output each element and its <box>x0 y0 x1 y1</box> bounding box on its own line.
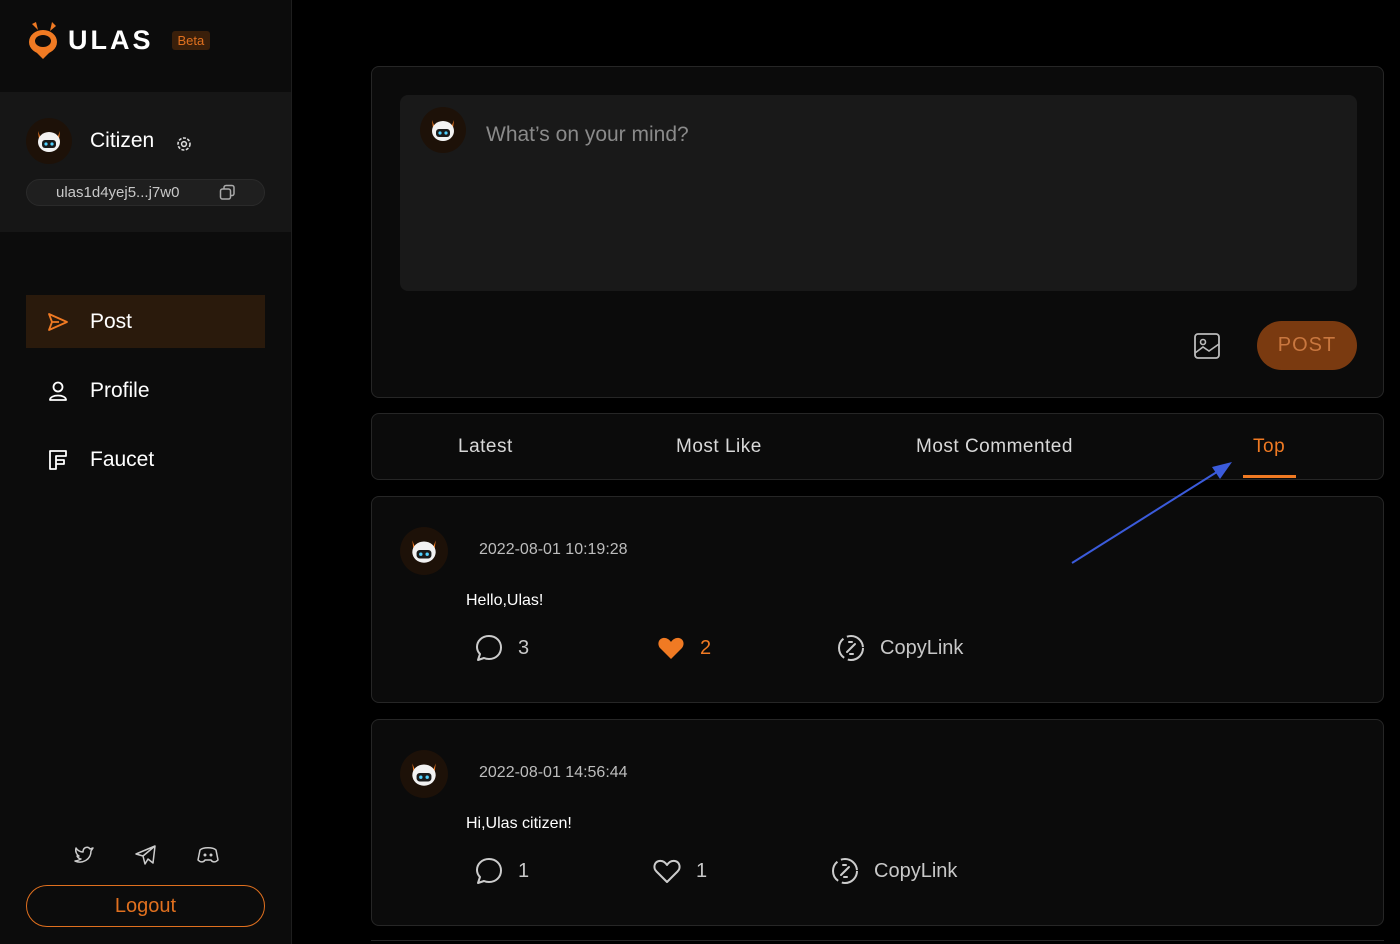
post-timestamp: 2022-08-01 14:56:44 <box>479 764 628 781</box>
post-button[interactable]: POST <box>1257 321 1357 370</box>
nav-label-post: Post <box>90 309 133 333</box>
nav-item-post[interactable]: Post <box>26 295 265 348</box>
brand-name: ULAS <box>68 24 154 55</box>
post-card: 2022-08-01 14:56:44 Hi,Ulas citizen! 1 1… <box>371 719 1384 926</box>
tab-top[interactable]: Top <box>1253 414 1285 480</box>
social-links <box>72 843 220 867</box>
app: ULAS Beta Citizen ulas1d4yej5...j7w0 Pos… <box>0 0 1400 944</box>
composer-avatar <box>420 107 466 153</box>
sidebar: ULAS Beta Citizen ulas1d4yej5...j7w0 Pos… <box>0 0 292 944</box>
heart-outline-icon <box>653 859 681 883</box>
feed-tabs: Latest Most Like Most Commented Top <box>371 413 1384 480</box>
username: Citizen <box>90 129 155 152</box>
post-content: Hi,Ulas citizen! <box>466 815 572 832</box>
comment-icon <box>476 858 502 884</box>
like-count: 1 <box>696 859 708 882</box>
tab-most-commented[interactable]: Most Commented <box>916 414 1073 480</box>
post-author-avatar[interactable] <box>400 750 448 798</box>
post-timestamp: 2022-08-01 10:19:28 <box>479 541 628 558</box>
settings-icon[interactable] <box>175 135 193 153</box>
post-card: 2022-08-01 10:19:28 Hello,Ulas! 3 2 Copy… <box>371 496 1384 703</box>
copylink-label: CopyLink <box>874 859 958 882</box>
link-icon <box>832 858 858 884</box>
user-icon <box>49 381 67 401</box>
robot-avatar-icon <box>38 131 60 152</box>
faucet-icon <box>49 449 67 470</box>
copy-icon[interactable] <box>219 184 236 201</box>
tab-most-like[interactable]: Most Like <box>676 414 762 480</box>
comment-button[interactable]: 3 <box>474 633 529 663</box>
wallet-address-text: ulas1d4yej5...j7w0 <box>56 184 180 201</box>
image-upload-icon[interactable] <box>1192 331 1222 361</box>
copylink-label: CopyLink <box>880 636 964 659</box>
comment-icon <box>476 635 502 661</box>
nav-label-faucet: Faucet <box>90 447 155 471</box>
link-icon <box>838 635 864 661</box>
nav-item-profile[interactable]: Profile <box>26 364 265 417</box>
robot-avatar-icon <box>412 540 436 563</box>
post-author-avatar[interactable] <box>400 527 448 575</box>
discord-icon[interactable] <box>196 843 220 867</box>
comment-count: 3 <box>518 636 530 659</box>
beta-badge: Beta <box>171 30 211 50</box>
twitter-icon[interactable] <box>72 843 96 867</box>
copylink-button[interactable]: CopyLink <box>830 856 957 886</box>
post-content: Hello,Ulas! <box>466 592 544 609</box>
ulas-logo-icon <box>29 22 57 59</box>
comment-button[interactable]: 1 <box>474 856 529 886</box>
nav-item-faucet[interactable]: Faucet <box>26 433 265 486</box>
user-avatar[interactable] <box>26 118 72 164</box>
telegram-icon[interactable] <box>134 843 158 867</box>
post-composer: POST <box>371 66 1384 398</box>
nav-label-profile: Profile <box>90 378 150 402</box>
wallet-address: ulas1d4yej5...j7w0 <box>26 179 265 206</box>
like-button[interactable]: 2 <box>656 633 711 663</box>
copylink-button[interactable]: CopyLink <box>836 633 963 663</box>
user-card: Citizen ulas1d4yej5...j7w0 <box>0 92 291 232</box>
brand[interactable]: ULAS Beta <box>24 20 211 60</box>
tab-latest[interactable]: Latest <box>458 414 513 480</box>
heart-filled-icon <box>658 637 684 659</box>
next-post-edge <box>371 940 1384 944</box>
robot-avatar-icon <box>432 120 454 141</box>
logout-button[interactable]: Logout <box>26 885 265 927</box>
active-tab-indicator <box>1243 475 1296 478</box>
robot-avatar-icon <box>412 763 436 786</box>
like-count: 2 <box>700 636 712 659</box>
post-input[interactable] <box>486 115 1326 155</box>
like-button[interactable]: 1 <box>652 856 707 886</box>
composer-box <box>400 95 1357 291</box>
send-icon <box>48 312 68 331</box>
comment-count: 1 <box>518 859 530 882</box>
